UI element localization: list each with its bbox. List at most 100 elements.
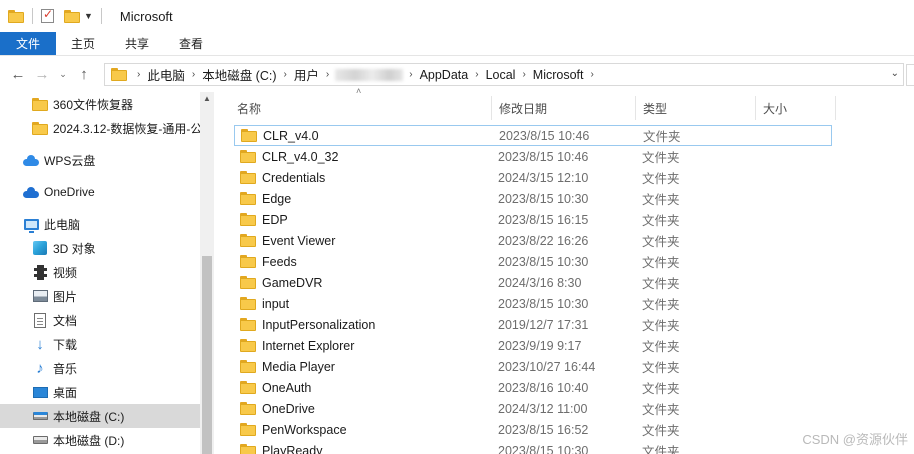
file-row[interactable]: Event Viewer 2023/8/22 16:26 文件夹 [234,230,832,251]
file-name: PlayReady [262,443,323,454]
file-name: InputPersonalization [262,317,376,332]
file-row[interactable]: OneDrive 2024/3/12 11:00 文件夹 [234,398,832,419]
file-type: 文件夹 [642,277,680,291]
breadcrumb-separator[interactable]: › [589,69,596,80]
watermark: CSDN @资源伙伴 [802,432,908,447]
sidebar-item-documents[interactable]: 文档 [0,308,200,332]
file-name-cell: GameDVR [234,276,494,290]
breadcrumb-microsoft[interactable]: Microsoft [528,68,589,82]
sidebar-item-music[interactable]: ♪ 音乐 [0,356,200,380]
file-row[interactable]: PlayReady 2023/8/15 10:30 文件夹 [234,440,832,454]
customize-toolbar-chevron-icon[interactable]: ▼ [84,11,93,21]
sidebar-item-360-recovery[interactable]: 360文件恢复器 [0,92,200,116]
new-folder-icon[interactable] [64,9,80,23]
sidebar-item-desktop[interactable]: 桌面 [0,380,200,404]
address-bar[interactable]: › 此电脑 › 本地磁盘 (C:) › 用户 › › AppData › Loc… [104,63,904,86]
navigation-pane: 360文件恢复器 2024.3.12-数据恢复-通用-公 WPS云盘 OneDr… [0,92,214,454]
file-row[interactable]: EDP 2023/8/15 16:15 文件夹 [234,209,832,230]
up-button[interactable]: ↑ [72,62,96,86]
sidebar-item-this-pc[interactable]: 此电脑 [0,212,200,236]
tab-home[interactable]: 主页 [56,32,110,55]
column-header-name[interactable]: 名称 [230,96,492,120]
file-row[interactable]: Internet Explorer 2023/9/19 9:17 文件夹 [234,335,832,356]
file-name-cell: Internet Explorer [234,339,494,353]
folder-icon [240,423,262,436]
folder-icon [240,150,262,163]
file-name: Edge [262,191,292,206]
sidebar-item-label: 视频 [53,265,78,280]
file-row[interactable]: PenWorkspace 2023/8/15 16:52 文件夹 [234,419,832,440]
window-title: Microsoft [119,8,173,24]
breadcrumb-separator[interactable]: › [190,69,197,80]
breadcrumb-separator[interactable]: › [520,69,527,80]
breadcrumb-local[interactable]: Local [481,68,521,82]
back-button[interactable]: ← [6,62,30,86]
folder-icon [240,213,262,226]
file-row[interactable]: Credentials 2024/3/15 12:10 文件夹 [234,167,832,188]
file-row[interactable]: CLR_v4.0_32 2023/8/15 10:46 文件夹 [234,146,832,167]
file-type: 文件夹 [642,361,680,375]
scrollbar-thumb[interactable] [202,256,212,454]
breadcrumb-appdata[interactable]: AppData [415,68,474,82]
sidebar-item-videos[interactable]: 视频 [0,260,200,284]
tab-file[interactable]: 文件 [0,32,56,55]
sidebar-item-label: 3D 对象 [53,241,96,256]
file-type: 文件夹 [642,319,680,333]
file-type: 文件夹 [642,214,680,228]
navigation-scrollbar[interactable]: ▲ [200,92,214,454]
folder-icon [240,276,262,289]
file-row[interactable]: Feeds 2023/8/15 10:30 文件夹 [234,251,832,272]
file-type: 文件夹 [642,256,680,270]
file-date-modified: 2023/8/15 10:46 [498,149,589,164]
file-row[interactable]: GameDVR 2024/3/16 8:30 文件夹 [234,272,832,293]
sidebar-item-3d-objects[interactable]: 3D 对象 [0,236,200,260]
sidebar-item-pictures[interactable]: 图片 [0,284,200,308]
properties-icon[interactable] [41,7,54,23]
breadcrumb-separator[interactable]: › [407,69,414,80]
forward-button[interactable]: → [30,62,54,86]
video-icon [32,264,48,280]
recent-locations-chevron-icon[interactable]: ⌄ [54,62,72,86]
breadcrumb-this-pc[interactable]: 此电脑 [142,65,190,84]
sidebar-item-onedrive[interactable]: OneDrive [0,180,200,204]
breadcrumb-drive-c[interactable]: 本地磁盘 (C:) [197,65,281,84]
sidebar-item-data-recovery-folder[interactable]: 2024.3.12-数据恢复-通用-公 [0,116,202,140]
drive-c-icon [32,408,48,424]
column-header-size[interactable]: 大小 [756,96,836,120]
file-row[interactable]: CLR_v4.0 2023/8/15 10:46 文件夹 [234,125,832,146]
column-header-type[interactable]: 类型 [636,96,756,120]
breadcrumb-separator[interactable]: › [324,69,331,80]
file-name: Internet Explorer [262,338,355,353]
sidebar-item-label: 本地磁盘 (D:) [53,433,125,448]
sidebar-item-drive-c[interactable]: 本地磁盘 (C:) [0,404,200,428]
breadcrumb-separator[interactable]: › [282,69,289,80]
sidebar-item-label: 图片 [53,289,78,304]
tab-share[interactable]: 共享 [110,32,164,55]
breadcrumb-users[interactable]: 用户 [289,65,324,84]
file-name: CLR_v4.0 [263,128,319,143]
breadcrumb-separator[interactable]: › [473,69,480,80]
tab-view[interactable]: 查看 [164,32,218,55]
file-name: EDP [262,212,288,227]
sidebar-item-drive-d[interactable]: 本地磁盘 (D:) [0,428,200,452]
breadcrumb-separator[interactable]: › [135,69,142,80]
file-row[interactable]: OneAuth 2023/8/16 10:40 文件夹 [234,377,832,398]
sidebar-item-label: 360文件恢复器 [53,97,134,112]
file-type: 文件夹 [642,382,680,396]
file-row[interactable]: Edge 2023/8/15 10:30 文件夹 [234,188,832,209]
sidebar-item-wps-cloud[interactable]: WPS云盘 [0,148,200,172]
ribbon-tabs: 文件 主页 共享 查看 [0,32,914,56]
sidebar-item-label: 音乐 [53,361,78,376]
address-dropdown-chevron-icon[interactable]: ⌄ [891,68,899,79]
column-header-date-modified[interactable]: 修改日期 [492,96,636,120]
file-date-modified: 2023/10/27 16:44 [498,359,596,374]
file-type: 文件夹 [642,235,680,249]
file-row[interactable]: InputPersonalization 2019/12/7 17:31 文件夹 [234,314,832,335]
file-name: input [262,296,290,311]
search-box[interactable] [906,64,914,86]
sidebar-item-downloads[interactable]: ↓ 下载 [0,332,200,356]
file-type: 文件夹 [642,403,680,417]
file-row[interactable]: input 2023/8/15 10:30 文件夹 [234,293,832,314]
scroll-up-arrow-icon[interactable]: ▲ [203,94,211,103]
file-row[interactable]: Media Player 2023/10/27 16:44 文件夹 [234,356,832,377]
